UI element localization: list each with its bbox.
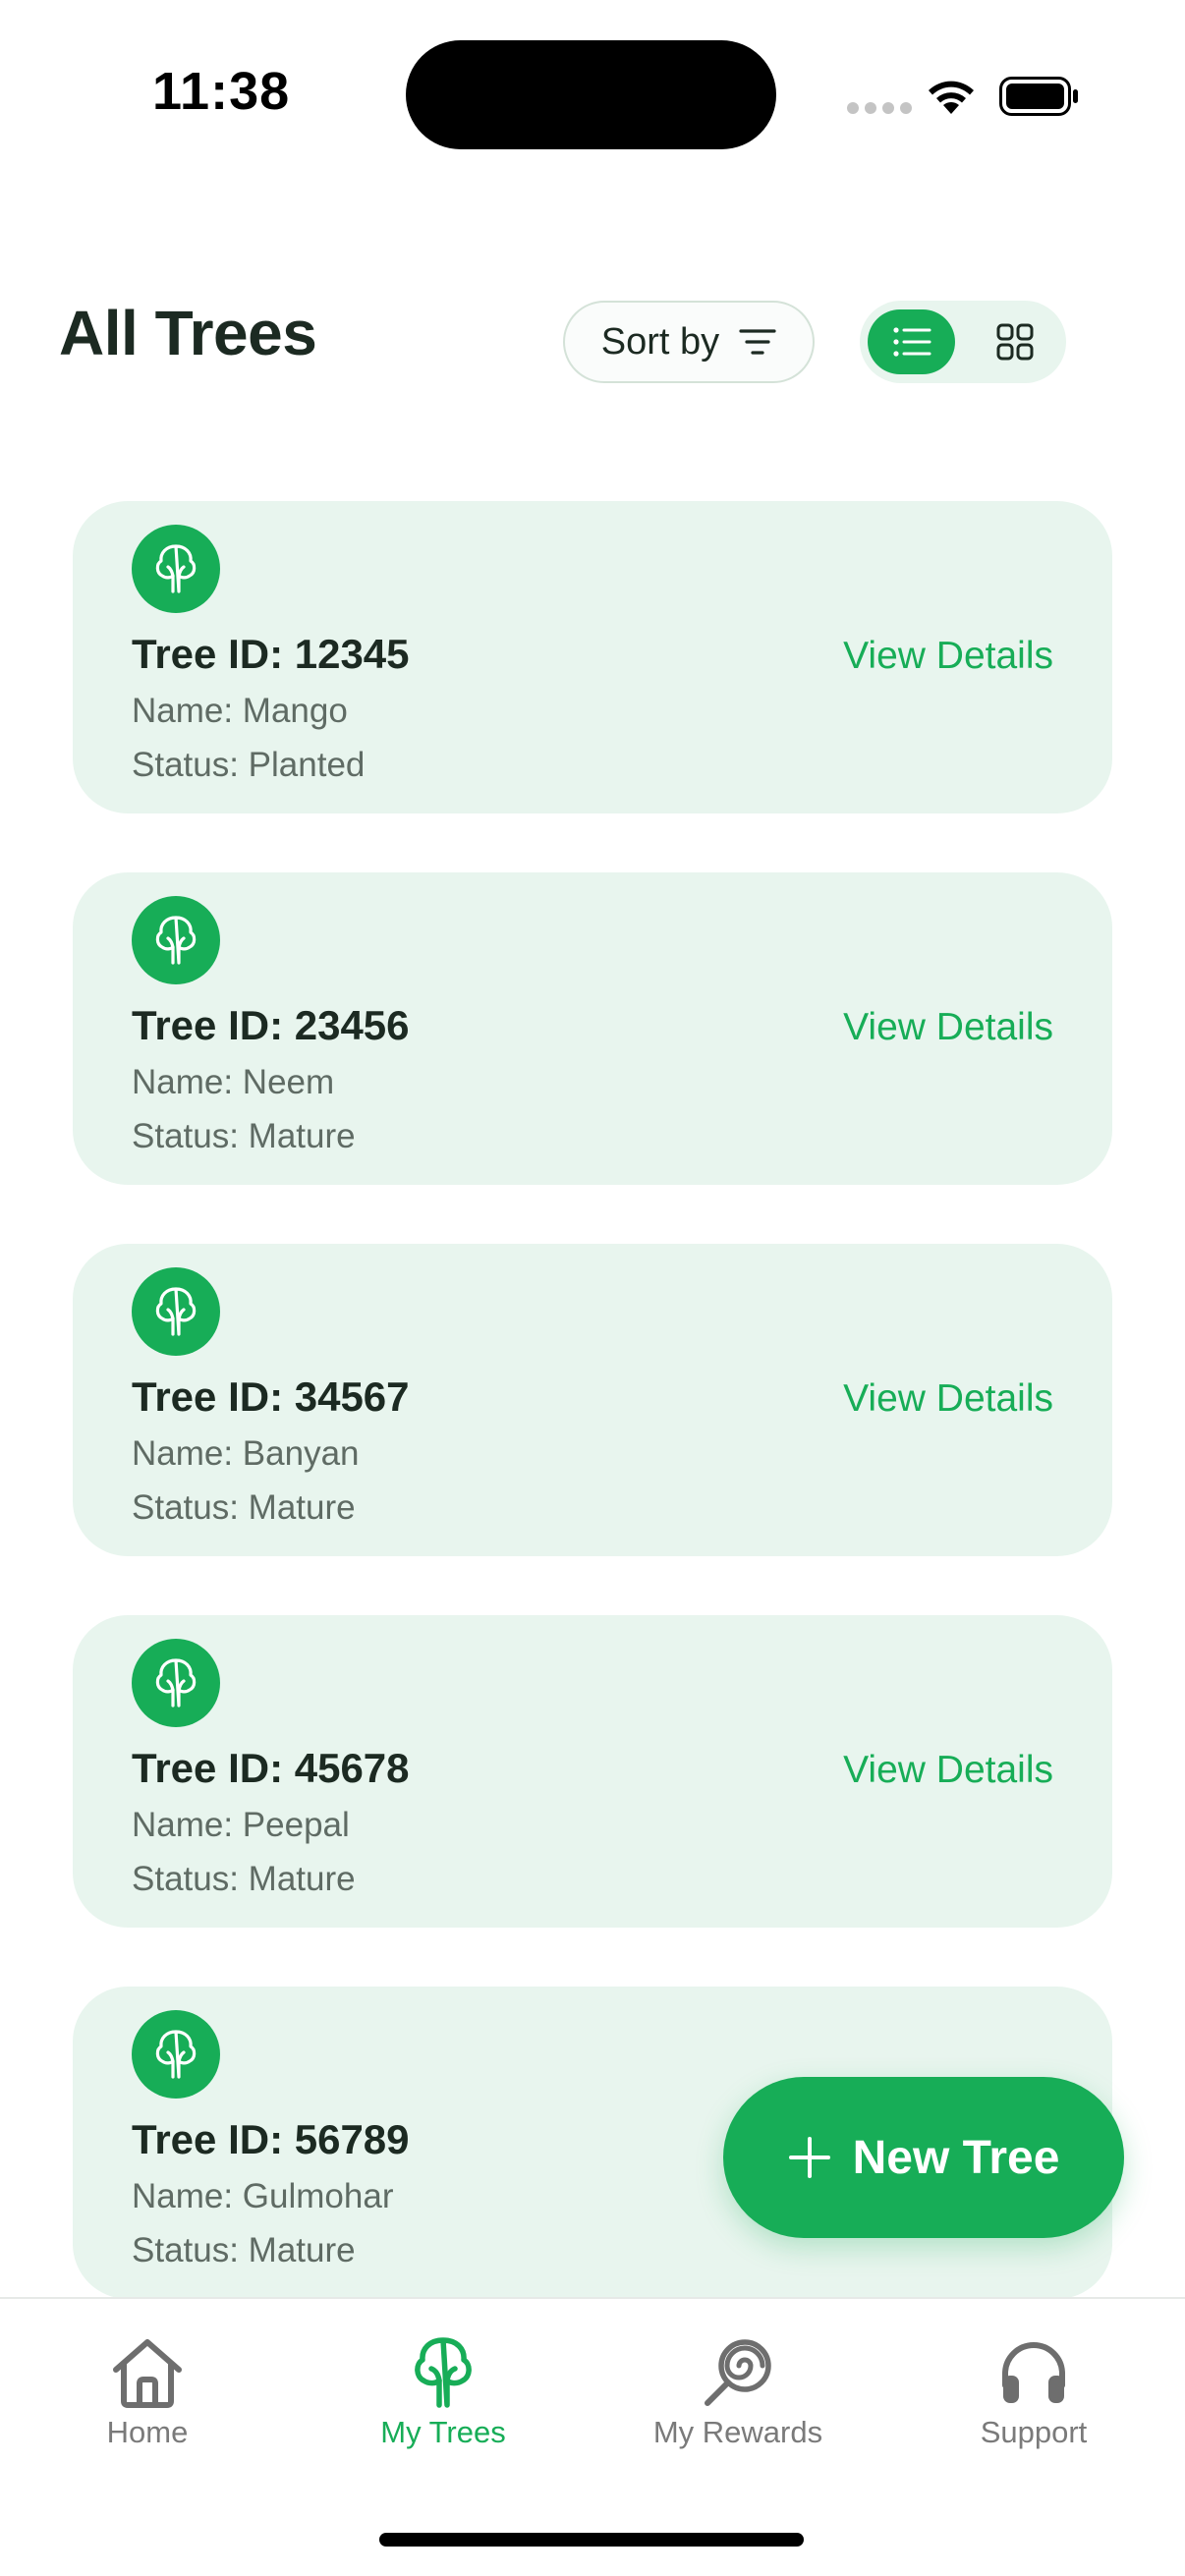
nav-item-support[interactable]: Support: [886, 2336, 1181, 2450]
tree-status: Status: Mature: [132, 1117, 356, 1155]
home-icon: [113, 2339, 182, 2408]
view-details-link[interactable]: View Details: [843, 1749, 1053, 1792]
grid-icon: [996, 323, 1033, 361]
list-view-button[interactable]: [868, 309, 955, 374]
tree-card[interactable]: Tree ID: 45678 Name: Peepal Status: Matu…: [73, 1615, 1112, 1928]
nav-label-support: Support: [980, 2415, 1088, 2449]
list-icon: [892, 327, 931, 357]
nav-item-my-rewards[interactable]: My Rewards: [591, 2336, 885, 2450]
tree-icon: [155, 2030, 197, 2079]
plus-icon: [788, 2137, 830, 2178]
grid-view-button[interactable]: [971, 309, 1058, 374]
tree-status: Status: Mature: [132, 1860, 356, 1898]
tree-name: Name: Neem: [132, 1063, 335, 1101]
tree-name: Name: Peepal: [132, 1806, 350, 1844]
new-tree-button[interactable]: New Tree: [723, 2077, 1124, 2238]
tree-card[interactable]: Tree ID: 34567 Name: Banyan Status: Matu…: [73, 1244, 1112, 1556]
tree-name: Name: Banyan: [132, 1434, 360, 1473]
filter-lines-icon: [739, 329, 776, 355]
tree-id: Tree ID: 34567: [132, 1373, 410, 1420]
tree-id: Tree ID: 56789: [132, 2116, 410, 2162]
nav-label-my-trees: My Trees: [380, 2415, 506, 2449]
home-indicator[interactable]: [379, 2533, 804, 2547]
headset-icon: [1002, 2342, 1065, 2403]
battery-icon: [999, 77, 1078, 116]
nav-item-home[interactable]: Home: [0, 2336, 295, 2450]
tree-status: Status: Planted: [132, 746, 366, 784]
view-details-link[interactable]: View Details: [843, 1377, 1053, 1421]
tree-name: Name: Mango: [132, 692, 348, 730]
tree-id: Tree ID: 45678: [132, 1745, 410, 1791]
dynamic-island: [406, 40, 776, 149]
tree-card[interactable]: Tree ID: 23456 Name: Neem Status: Mature…: [73, 872, 1112, 1185]
tree-avatar: [132, 1267, 220, 1356]
nav-item-my-trees[interactable]: My Trees: [296, 2336, 591, 2450]
view-details-link[interactable]: View Details: [843, 635, 1053, 678]
tree-id: Tree ID: 12345: [132, 631, 410, 677]
screen: 11:38 All Trees Sort by Tree ID: 12345 N…: [0, 0, 1185, 2576]
view-details-link[interactable]: View Details: [843, 1006, 1053, 1049]
cellular-signal-icon: [847, 102, 912, 114]
tree-icon: [415, 2337, 472, 2408]
nav-label-my-rewards: My Rewards: [652, 2415, 823, 2449]
view-mode-toggle: [860, 301, 1066, 383]
lollipop-icon: [705, 2339, 771, 2406]
tree-icon: [155, 544, 197, 593]
new-tree-label: New Tree: [852, 2131, 1060, 2184]
tree-avatar: [132, 525, 220, 613]
tree-id: Tree ID: 23456: [132, 1002, 410, 1048]
tree-name: Name: Gulmohar: [132, 2177, 394, 2215]
tree-avatar: [132, 2010, 220, 2099]
tree-avatar: [132, 896, 220, 984]
sort-button[interactable]: Sort by: [563, 301, 815, 383]
tree-status: Status: Mature: [132, 2231, 356, 2269]
nav-label-home: Home: [106, 2415, 189, 2449]
wifi-icon: [929, 81, 974, 114]
sort-label: Sort by: [600, 320, 720, 363]
tree-icon: [155, 1658, 197, 1708]
tree-card[interactable]: Tree ID: 12345 Name: Mango Status: Plant…: [73, 501, 1112, 813]
tree-icon: [155, 916, 197, 965]
tree-icon: [155, 1287, 197, 1336]
status-time: 11:38: [152, 62, 291, 121]
tree-status: Status: Mature: [132, 1488, 356, 1527]
tree-avatar: [132, 1639, 220, 1727]
page-title: All Trees: [59, 298, 317, 368]
